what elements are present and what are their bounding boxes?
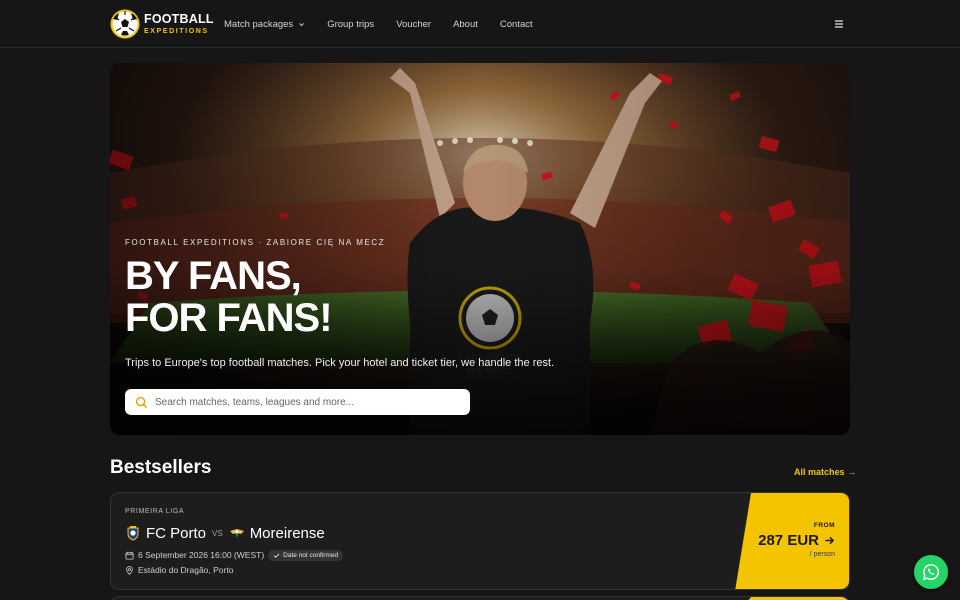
- price-from-label: FROM: [813, 522, 835, 529]
- nav-item-match-packages[interactable]: Match packages: [224, 19, 305, 30]
- price-per-person: / person: [809, 551, 835, 558]
- hamburger-menu-icon[interactable]: [832, 17, 846, 31]
- bestsellers-heading: Bestsellers: [110, 457, 212, 478]
- home-team: FC Porto: [146, 524, 207, 542]
- arrow-right-icon: [825, 536, 835, 545]
- moreirense-crest-icon: [229, 529, 244, 538]
- away-team: Moreirense: [249, 524, 325, 542]
- brand-wordmark: FOOTBALL EXPEDITIONS: [144, 13, 214, 35]
- match-date-row: 6 September 2026 16:00 (WEST) Date not c…: [125, 549, 344, 561]
- nav-item-group-trips[interactable]: Group trips: [327, 19, 374, 30]
- match-card-partial[interactable]: [110, 596, 850, 600]
- whatsapp-chat-button[interactable]: [914, 555, 948, 589]
- hero-subtitle: Trips to Europe's top football matches. …: [125, 357, 555, 369]
- hero-title-line-1: BY FANS,: [125, 254, 302, 298]
- match-league: PRIMEIRA LIGA: [125, 508, 185, 515]
- brand-name-top: FOOTBALL: [144, 12, 214, 27]
- main-nav: Match packages Group trips Voucher About…: [224, 0, 555, 48]
- price-amount: 287 EUR: [758, 532, 819, 549]
- site-header: FOOTBALL EXPEDITIONS Match packages Grou…: [0, 0, 960, 48]
- nav-item-voucher[interactable]: Voucher: [396, 19, 431, 30]
- hero-title-line-2: FOR FANS!: [125, 296, 333, 340]
- match-venue: Estádio do Dragão, Porto: [138, 565, 234, 575]
- brand-name-bottom: EXPEDITIONS: [144, 27, 209, 35]
- all-matches-link[interactable]: All matches →: [794, 467, 856, 477]
- price-value: 287 EUR: [758, 532, 835, 549]
- chevron-down-icon: [299, 22, 305, 26]
- calendar-icon: [125, 551, 134, 560]
- status-badge-label: Date not confirmed: [283, 551, 339, 559]
- search-bar[interactable]: [125, 389, 470, 415]
- hero-stadium-image: ZABIORE CIĘ NA MECZ: [110, 63, 850, 435]
- soccer-ball-logo-icon: [110, 9, 140, 39]
- hero-title: BY FANS, FOR FANS!: [125, 254, 333, 340]
- vs-label: VS: [212, 528, 223, 538]
- match-teams: FC Porto VS Moreirense: [125, 523, 325, 543]
- hero-tagline: FOOTBALL EXPEDITIONS · ZABIORE CIĘ NA ME…: [125, 238, 386, 247]
- hero-banner: ZABIORE CIĘ NA MECZ FOOTBALL EXPEDITIONS…: [110, 63, 850, 435]
- search-input[interactable]: [155, 396, 455, 408]
- location-pin-icon: [126, 565, 133, 575]
- nav-item-about[interactable]: About: [453, 19, 478, 30]
- search-icon: [135, 396, 148, 408]
- nav-item-contact[interactable]: Contact: [500, 19, 533, 30]
- match-venue-row: Estádio do Dragão, Porto: [125, 564, 233, 576]
- fc-porto-crest-icon: [127, 526, 139, 541]
- match-datetime: 6 September 2026 16:00 (WEST): [138, 550, 265, 560]
- whatsapp-icon: [922, 564, 940, 581]
- brand-logo[interactable]: FOOTBALL EXPEDITIONS: [110, 9, 214, 39]
- match-card[interactable]: PRIMEIRA LIGA FC Porto VS Moreirense 6 S…: [110, 492, 850, 590]
- status-badge: Date not confirmed: [268, 549, 344, 561]
- price-panel[interactable]: FROM 287 EUR / person: [735, 493, 849, 589]
- check-icon: [273, 553, 280, 558]
- nav-item-label: Match packages: [224, 18, 294, 30]
